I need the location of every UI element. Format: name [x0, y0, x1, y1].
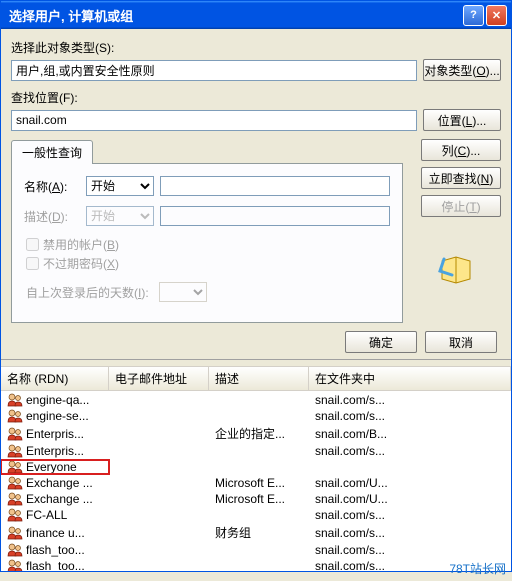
columns-button[interactable]: 列(C)...: [421, 139, 501, 161]
col-desc-header[interactable]: 描述: [209, 367, 309, 390]
nonexpiring-pw-checkbox: [26, 257, 39, 270]
col-email-header[interactable]: 电子邮件地址: [109, 367, 209, 390]
days-since-logon-label: 自上次登录后的天数(I):: [26, 284, 149, 301]
nonexpiring-pw-label: 不过期密码(X): [43, 255, 119, 272]
user-group-icon: [7, 393, 23, 407]
dialog-window: 选择用户, 计算机或组 ? ✕ 选择此对象类型(S): 对象类型(O)... 查…: [0, 0, 512, 572]
stop-button: 停止(T): [421, 195, 501, 217]
cancel-button[interactable]: 取消: [425, 331, 497, 353]
user-group-icon: [7, 444, 23, 458]
table-row[interactable]: Everyone: [1, 459, 511, 475]
table-row[interactable]: engine-qa... snail.com/s...: [1, 392, 511, 408]
user-group-icon: [7, 508, 23, 522]
results-list[interactable]: engine-qa... snail.com/s... engine-se...…: [1, 391, 511, 571]
look-in-input[interactable]: [11, 110, 417, 131]
table-row[interactable]: Exchange ... Microsoft E... snail.com/U.…: [1, 491, 511, 507]
name-value-input[interactable]: [160, 176, 390, 196]
disabled-accounts-checkbox: [26, 238, 39, 251]
tab-common-queries[interactable]: 一般性查询: [11, 140, 93, 164]
results-header: 名称 (RDN) 电子邮件地址 描述 在文件夹中: [1, 366, 511, 391]
tab-panel: 名称(A): 开始 描述(D): 开始: [11, 163, 403, 323]
locations-button[interactable]: 位置(L)...: [423, 109, 501, 131]
tab-panel-wrap: 一般性查询 名称(A): 开始 描述(D): 开始: [11, 139, 403, 323]
table-row[interactable]: engine-se... snail.com/s...: [1, 408, 511, 424]
table-row[interactable]: Enterpris... snail.com/s...: [1, 443, 511, 459]
watermark: 78T站长网: [449, 560, 506, 577]
user-group-icon: [7, 409, 23, 423]
table-row[interactable]: Exchange ... Microsoft E... snail.com/U.…: [1, 475, 511, 491]
close-button[interactable]: ✕: [486, 5, 507, 26]
desc-label: 描述(D):: [24, 208, 80, 225]
object-type-label: 选择此对象类型(S):: [11, 39, 501, 56]
desc-value-input: [160, 206, 390, 226]
table-row[interactable]: FC-ALL snail.com/s...: [1, 507, 511, 523]
window-title: 选择用户, 计算机或组: [5, 6, 461, 25]
user-group-icon: [7, 476, 23, 490]
user-group-icon: [7, 543, 23, 557]
dialog-body: 选择此对象类型(S): 对象类型(O)... 查找位置(F): 位置(L)...…: [1, 29, 511, 366]
look-in-label: 查找位置(F):: [11, 89, 501, 106]
table-row[interactable]: Enterpris... 企业的指定... snail.com/B...: [1, 424, 511, 443]
col-name-header[interactable]: 名称 (RDN): [1, 367, 109, 390]
user-group-icon: [7, 427, 23, 441]
user-group-icon: [7, 460, 23, 474]
name-label: 名称(A):: [24, 178, 80, 195]
ok-button[interactable]: 确定: [345, 331, 417, 353]
object-type-input[interactable]: [11, 60, 417, 81]
help-button[interactable]: ?: [463, 5, 484, 26]
days-since-logon-input: [159, 282, 207, 302]
disabled-accounts-label: 禁用的帐户(B): [43, 236, 119, 253]
table-row[interactable]: flash_too... snail.com/s...: [1, 558, 511, 571]
find-now-button[interactable]: 立即查找(N): [421, 167, 501, 189]
address-book-icon: [438, 253, 474, 285]
object-types-button[interactable]: 对象类型(O)...: [423, 59, 501, 81]
right-button-column: 列(C)... 立即查找(N) 停止(T): [411, 139, 501, 323]
col-folder-header[interactable]: 在文件夹中: [309, 367, 511, 390]
user-group-icon: [7, 526, 23, 540]
desc-mode-select: 开始: [86, 206, 154, 226]
user-group-icon: [7, 559, 23, 571]
divider: [1, 359, 511, 360]
table-row[interactable]: finance u... 财务组 snail.com/s...: [1, 523, 511, 542]
name-mode-select[interactable]: 开始: [86, 176, 154, 196]
titlebar: 选择用户, 计算机或组 ? ✕: [1, 1, 511, 29]
user-group-icon: [7, 492, 23, 506]
table-row[interactable]: flash_too... snail.com/s...: [1, 542, 511, 558]
